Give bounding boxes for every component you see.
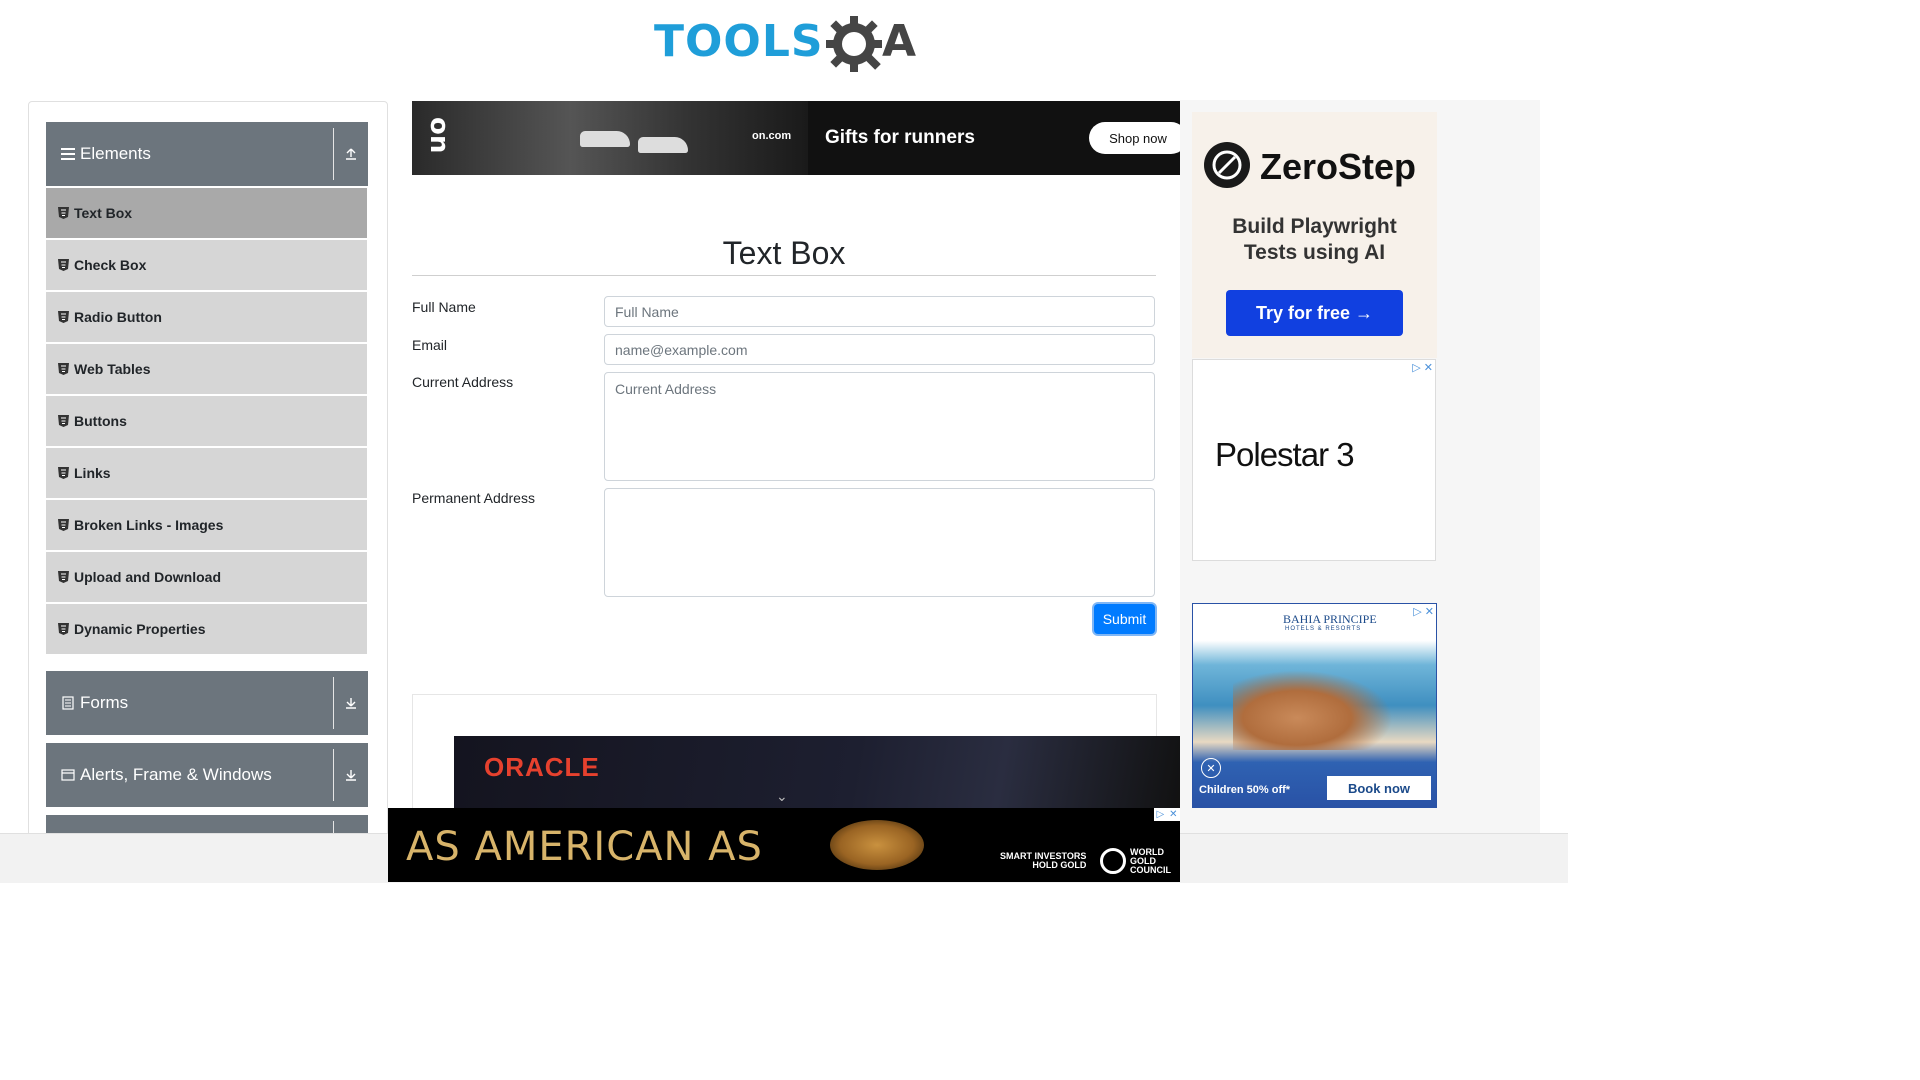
ad-bahia-principe[interactable]: BAHIA PRINCIPE HOTELS & RESORTS ▷ ✕ ✕ Ch… [1192,603,1437,808]
adchoices-icon[interactable]: ▷ ✕ [1413,605,1434,618]
html-icon [58,311,69,323]
sidebar-item-check-box[interactable]: Check Box [46,240,367,290]
sidebar-item-label: Text Box [74,205,133,221]
sidebar-item-upload-download[interactable]: Upload and Download [46,552,367,602]
current-address-label: Current Address [412,374,514,390]
document-icon [60,696,76,710]
html-icon [58,571,69,583]
ad-brand-sub: HOTELS & RESORTS [1285,626,1362,632]
title-divider [412,275,1156,276]
ad-banner-bottom[interactable]: AS AMERICAN AS SMART INVESTORS HOLD GOLD… [388,808,1180,882]
sidebar-item-label: Links [74,465,111,481]
group-alerts-frame-windows[interactable]: Alerts, Frame & Windows [46,743,368,807]
tagline-line: Tests using AI [1243,241,1386,264]
ad-banner-top[interactable]: on on.com Gifts for runners Shop now [412,101,1180,175]
oracle-logo: ORACLE [484,752,600,782]
tagline-line: Build Playwright [1232,215,1397,238]
sidebar-item-links[interactable]: Links [46,448,367,498]
ad-tagline: SMART INVESTORS HOLD GOLD [1000,851,1087,870]
permanent-address-textarea[interactable] [604,488,1155,597]
sidebar-item-label: Check Box [74,257,147,273]
shoe-shape [638,137,688,153]
ad-brand: Polestar 3 [1215,436,1355,473]
ad-offer: Children 50% off* [1199,784,1291,796]
sidebar-item-label: Broken Links - Images [74,517,224,533]
sidebar-item-web-tables[interactable]: Web Tables [46,344,367,394]
html-icon [58,259,69,271]
ad-headline: Gifts for runners [825,127,975,148]
group-forms[interactable]: Forms [46,671,368,735]
group-label: Elements [80,144,151,163]
full-name-label: Full Name [412,299,476,315]
sidebar-item-buttons[interactable]: Buttons [46,396,367,446]
ad-council: WORLD GOLD COUNCIL [1130,847,1171,875]
ad-photo [412,101,808,175]
pie-image [830,820,924,870]
html-icon [58,207,69,219]
sidebar-item-broken-links[interactable]: Broken Links - Images [46,500,367,550]
page-title: Text Box [722,235,846,272]
toolsqa-logo[interactable]: TOOLS A [654,14,918,74]
sidebar-item-text-box[interactable]: Text Box [46,188,367,238]
ad-brand: BAHIA PRINCIPE [1283,612,1377,626]
logo-a: A [882,16,917,67]
ad-brand: on.com [752,130,792,142]
email-label: Email [412,337,448,353]
permanent-address-label: Permanent Address [412,490,535,506]
sidebar-item-label: Web Tables [74,361,151,377]
ad-zerostep[interactable]: ZeroStep Build Playwright Tests using AI… [1192,112,1437,358]
close-icon[interactable]: ✕ [1201,758,1221,778]
ad-polestar[interactable]: Polestar 3 ▷ ✕ [1192,359,1436,561]
sidebar-item-label: Radio Button [74,309,162,325]
html-icon [58,467,69,479]
sidebar-item-label: Dynamic Properties [74,621,206,637]
email-input[interactable]: name@example.com [604,334,1155,365]
html-icon [58,519,69,531]
zerostep-logo-icon [1204,142,1250,188]
menu-icon [60,148,76,160]
group-elements[interactable]: Elements [46,122,368,186]
try-for-free-button[interactable]: Try for free → [1226,290,1403,336]
on-logo-icon: on [424,117,454,154]
sidebar-item-label: Buttons [74,413,127,429]
chevron-down-icon[interactable]: ⌄ [776,788,788,805]
sidebar-item-label: Upload and Download [74,569,221,585]
ad-tagline: Build Playwright Tests using AI [1192,214,1437,266]
adchoices-icon[interactable]: ▷ ✕ [1154,808,1180,821]
book-now-button[interactable]: Book now [1327,776,1431,800]
html-icon [58,415,69,427]
group-label: Forms [80,693,129,712]
submit-button[interactable]: Submit [1094,604,1155,634]
expand-down-icon[interactable] [333,749,368,801]
logo-text: TOOLS [654,16,824,67]
full-name-input[interactable]: Full Name [604,296,1155,327]
sidebar-item-radio-button[interactable]: Radio Button [46,292,367,342]
adchoices-icon[interactable]: ▷ ✕ [1412,361,1433,374]
shoe-shape [580,131,630,147]
sidebar-item-dynamic-properties[interactable]: Dynamic Properties [46,604,367,654]
group-label: Alerts, Frame & Windows [80,765,272,784]
sidebar: Elements Text Box Check Box Radio Button… [28,101,388,863]
expand-down-icon[interactable] [333,677,368,729]
html-icon [58,623,69,635]
ad-brand: ZeroStep [1260,146,1417,187]
html-icon [58,363,69,375]
ad-headline: AS AMERICAN AS [406,824,763,870]
header: TOOLS A [0,0,1568,80]
shop-now-button[interactable]: Shop now [1089,122,1180,154]
current-address-textarea[interactable]: Current Address [604,372,1155,481]
gear-icon [826,16,882,72]
beach-photo [1233,670,1393,750]
ad-banner-oracle[interactable]: ORACLE ⌄ [454,736,1180,816]
window-icon [60,769,76,781]
wgc-logo-icon [1100,848,1126,874]
collapse-up-icon[interactable] [333,128,368,180]
